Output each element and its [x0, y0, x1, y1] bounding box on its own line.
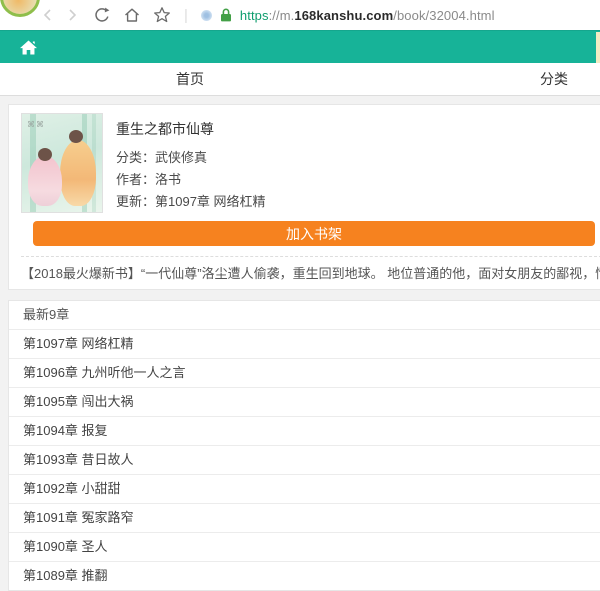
book-cover[interactable]: ⌘⌘	[21, 113, 103, 213]
browser-home-icon[interactable]	[123, 6, 141, 24]
offscreen-element-strip	[596, 32, 600, 63]
site-header	[0, 30, 600, 63]
book-description: 【2018最火爆新书】“一代仙尊”洛尘遭人偷袭，重生回到地球。 地位普通的他，面…	[21, 264, 600, 283]
browser-toolbar: | https://m.168kanshu.com/book/32004.htm…	[0, 0, 600, 30]
nav-item-home[interactable]: 首页	[176, 63, 204, 95]
cover-art-figure	[38, 148, 52, 161]
nav-bar: 首页 分类	[0, 63, 600, 96]
chapter-link[interactable]: 第1096章 九州听他一人之言	[9, 358, 600, 387]
chapter-link[interactable]: 第1089章 推翻	[9, 561, 600, 590]
address-bar-url[interactable]: https://m.168kanshu.com/book/32004.html	[240, 8, 495, 23]
refresh-icon[interactable]	[93, 6, 111, 24]
ssl-lock-icon[interactable]	[219, 7, 233, 23]
book-title: 重生之都市仙尊	[116, 119, 266, 139]
back-icon[interactable]	[40, 7, 56, 23]
cover-art-figure	[69, 130, 83, 143]
url-subdomain: m.	[280, 8, 295, 23]
url-path: /book/32004.html	[393, 8, 494, 23]
book-author: 作者：洛书	[116, 169, 266, 191]
url-scheme: https	[240, 8, 269, 23]
cover-art-figure	[28, 156, 62, 206]
add-to-shelf-button[interactable]: 加入书架	[33, 221, 595, 246]
book-category: 分类：武侠修真	[116, 147, 266, 169]
cover-watermark: ⌘⌘	[27, 120, 45, 129]
description-divider	[21, 256, 600, 257]
chapter-link[interactable]: 第1095章 闯出大祸	[9, 387, 600, 416]
chapter-link[interactable]: 第1092章 小甜甜	[9, 474, 600, 503]
profile-avatar[interactable]	[0, 0, 40, 17]
site-permission-icon[interactable]	[201, 10, 212, 21]
chapter-link[interactable]: 第1093章 昔日故人	[9, 445, 600, 474]
cover-art-figure	[60, 140, 96, 206]
nav-item-category[interactable]: 分类	[540, 63, 568, 95]
forward-icon[interactable]	[64, 7, 80, 23]
toolbar-divider: |	[184, 7, 188, 24]
chapters-section-title: 最新9章	[9, 301, 600, 329]
chapter-link[interactable]: 第1094章 报复	[9, 416, 600, 445]
chapter-link[interactable]: 第1090章 圣人	[9, 532, 600, 561]
bookmark-star-icon[interactable]	[153, 6, 171, 24]
book-latest-update: 更新：第1097章 网络杠精	[116, 191, 266, 213]
book-info-card: ⌘⌘ 重生之都市仙尊 分类：武侠修真 作者：洛书 更新：第1097章 网络杠精 …	[8, 104, 600, 290]
chapter-link[interactable]: 第1091章 冤家路窄	[9, 503, 600, 532]
url-domain: 168kanshu.com	[294, 8, 393, 23]
latest-chapters-card: 最新9章 第1097章 网络杠精 第1096章 九州听他一人之言 第1095章 …	[8, 300, 600, 591]
site-home-icon[interactable]	[19, 39, 38, 56]
chapter-link[interactable]: 第1097章 网络杠精	[9, 329, 600, 358]
url-separator: ://	[269, 8, 280, 23]
